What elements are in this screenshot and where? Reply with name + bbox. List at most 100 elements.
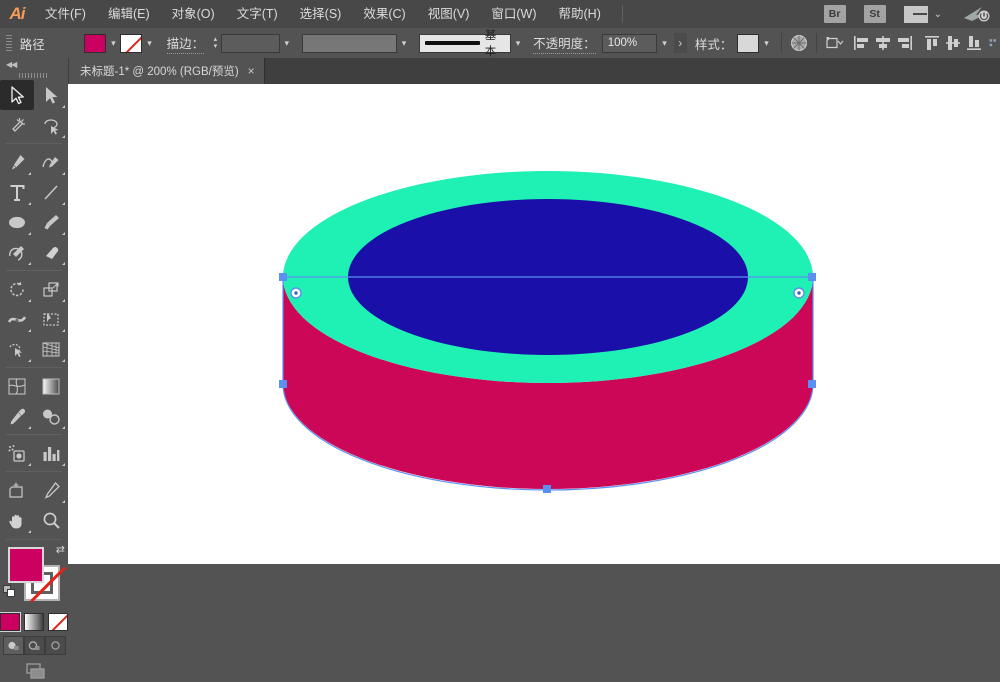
close-icon[interactable]: × [248, 65, 255, 77]
align-right-icon[interactable] [893, 32, 914, 54]
workspace-switcher[interactable]: ⌄ [904, 6, 942, 23]
tool-artboard[interactable] [0, 475, 34, 505]
fill-color-box[interactable] [8, 547, 44, 583]
tool-width[interactable] [0, 304, 34, 334]
tools-panel-collapse[interactable]: ◀◀ [0, 58, 68, 70]
draw-normal-button[interactable] [3, 636, 24, 655]
distribute-icon-partial[interactable] [989, 32, 1000, 54]
tool-lasso[interactable] [34, 110, 68, 140]
stroke-weight-input[interactable] [221, 34, 280, 53]
tool-direct-selection[interactable] [34, 80, 68, 110]
tool-ellipse[interactable] [0, 207, 34, 237]
gradient-mode-button[interactable] [24, 613, 44, 631]
screen-mode-button[interactable] [0, 662, 68, 682]
tool-slice[interactable] [34, 475, 68, 505]
bbox-handle-bottom-center[interactable] [543, 485, 551, 493]
brush-definition-field[interactable]: 基本 [419, 34, 511, 53]
menu-select[interactable]: 选择(S) [289, 0, 353, 28]
tool-separator-3 [6, 367, 62, 368]
graphic-style-swatch[interactable] [737, 34, 759, 53]
app-logo-icon: Ai [0, 0, 34, 28]
stroke-weight-chevron-down-icon[interactable]: ▾ [280, 34, 294, 53]
tool-shape-builder[interactable] [0, 334, 34, 364]
menu-effect[interactable]: 效果(C) [352, 0, 416, 28]
align-left-icon[interactable] [851, 32, 872, 54]
tools-panel-grip[interactable] [0, 70, 68, 80]
default-fill-stroke-icon[interactable] [3, 585, 16, 598]
tool-hand[interactable] [0, 505, 34, 535]
fill-dropdown-chevron-down-icon[interactable]: ▾ [106, 34, 120, 53]
stock-button[interactable]: St [864, 5, 886, 23]
tool-gradient[interactable] [34, 371, 68, 401]
align-bottom-icon[interactable] [964, 32, 985, 54]
brush-definition-chevron-down-icon[interactable]: ▾ [511, 34, 525, 53]
color-mode-buttons [0, 613, 68, 631]
recolor-artwork-icon[interactable] [789, 32, 810, 54]
menu-edit[interactable]: 编辑(E) [97, 0, 161, 28]
bbox-handle-top-right[interactable] [808, 273, 816, 281]
color-mode-button[interactable] [0, 613, 20, 631]
tool-curvature[interactable] [34, 147, 68, 177]
bridge-button[interactable]: Br [824, 5, 846, 23]
tool-zoom[interactable] [34, 505, 68, 535]
tool-eraser[interactable] [34, 237, 68, 267]
tool-pen[interactable] [0, 147, 34, 177]
document-tab[interactable]: 未标题-1* @ 200% (RGB/预览) × [68, 58, 265, 84]
menu-object[interactable]: 对象(O) [161, 0, 226, 28]
tool-rotate[interactable] [0, 274, 34, 304]
document-canvas[interactable] [68, 84, 1000, 564]
tool-mesh[interactable] [0, 371, 34, 401]
graphic-style-chevron-down-icon[interactable]: ▾ [759, 34, 773, 53]
tool-magic-wand[interactable] [0, 110, 34, 140]
menu-divider [622, 5, 623, 23]
tool-eyedropper[interactable] [0, 401, 34, 431]
tool-type[interactable] [0, 177, 34, 207]
opacity-chevron-down-icon[interactable]: ▾ [657, 34, 671, 53]
swap-fill-stroke-icon[interactable]: ⇄ [56, 543, 65, 556]
bbox-handle-mid-right[interactable] [808, 380, 816, 388]
tool-scale[interactable] [34, 274, 68, 304]
tool-column-graph[interactable] [34, 438, 68, 468]
tool-shaper[interactable] [0, 237, 34, 267]
tool-separator-5 [6, 471, 62, 472]
menu-type[interactable]: 文字(T) [226, 0, 289, 28]
tool-free-transform[interactable] [34, 304, 68, 334]
tool-separator-2 [6, 270, 62, 271]
menu-help[interactable]: 帮助(H) [548, 0, 612, 28]
opacity-expand-arrow-icon[interactable]: › [674, 33, 687, 53]
variable-width-profile-field[interactable] [302, 34, 397, 53]
selection-type-label: 路径 [20, 34, 85, 53]
bbox-handle-mid-left[interactable] [279, 380, 287, 388]
stroke-weight-stepper[interactable]: ▴▾ [210, 34, 220, 53]
tool-line-segment[interactable] [34, 177, 68, 207]
menu-window[interactable]: 窗口(W) [480, 0, 547, 28]
stroke-color-swatch[interactable] [120, 34, 142, 53]
none-mode-button[interactable] [48, 613, 68, 631]
transform-icon[interactable] [824, 32, 845, 54]
tool-paintbrush[interactable] [34, 207, 68, 237]
chevron-down-icon: ⌄ [934, 9, 942, 20]
stroke-weight-label: 描边： [167, 33, 205, 54]
align-vertical-center-icon[interactable] [943, 32, 964, 54]
fill-color-swatch[interactable] [84, 34, 106, 53]
draw-inside-button[interactable] [45, 636, 66, 655]
draw-behind-button[interactable] [24, 636, 45, 655]
stroke-dropdown-chevron-down-icon[interactable]: ▾ [142, 34, 156, 53]
menu-file[interactable]: 文件(F) [34, 0, 97, 28]
artwork-svg [68, 84, 1000, 564]
no-stroke-icon [121, 35, 141, 52]
tool-blend[interactable] [34, 401, 68, 431]
tool-symbol-sprayer[interactable] [0, 438, 34, 468]
control-panel-grip[interactable] [6, 35, 12, 51]
width-profile-chevron-down-icon[interactable]: ▾ [397, 34, 411, 53]
tool-separator-6 [6, 539, 62, 540]
tool-perspective-grid[interactable] [34, 334, 68, 364]
menu-view[interactable]: 视图(V) [417, 0, 481, 28]
align-top-icon[interactable] [922, 32, 943, 54]
bbox-handle-top-left[interactable] [279, 273, 287, 281]
tool-selection[interactable] [0, 80, 34, 110]
opacity-input[interactable]: 100% [602, 34, 658, 53]
illustrator-window: Ai 文件(F) 编辑(E) 对象(O) 文字(T) 选择(S) 效果(C) 视… [0, 0, 1000, 564]
search-stock-icon[interactable] [962, 5, 992, 23]
align-horizontal-center-icon[interactable] [872, 32, 893, 54]
